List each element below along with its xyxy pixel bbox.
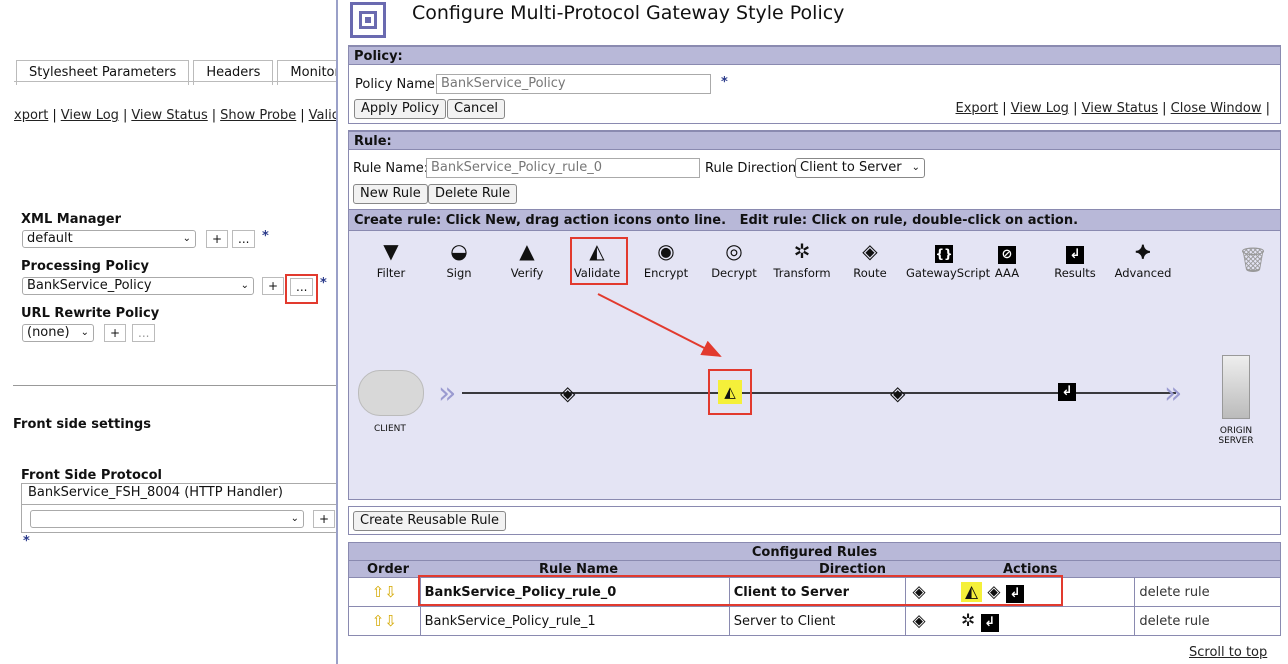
rule-name-cell[interactable]: BankService_Policy_rule_1: [419, 606, 730, 636]
tab-divider: [14, 81, 336, 82]
chevron-down-icon: ⌄: [290, 513, 299, 524]
rule-diagram: » »: [438, 293, 1182, 411]
front-side-protocol-list[interactable]: BankService_FSH_8004 (HTTP Handler): [21, 483, 337, 505]
results-action-icon[interactable]: ↲: [1058, 383, 1076, 401]
client-label: CLIENT: [374, 424, 406, 434]
front-side-protocol-entry[interactable]: BankService_FSH_8004 (HTTP Handler): [28, 485, 283, 500]
xml-manager-label: XML Manager: [21, 212, 122, 227]
order-arrows[interactable]: ⇧⇩: [348, 577, 421, 607]
processing-policy-value: BankService_Policy: [27, 278, 152, 293]
policy-dialog: Configure Multi-Protocol Gateway Style P…: [336, 0, 1288, 664]
processing-policy-add-button[interactable]: +: [262, 277, 285, 295]
client-arrow-icon: »: [438, 376, 456, 411]
url-rewrite-label: URL Rewrite Policy: [21, 306, 160, 321]
processing-policy-select[interactable]: BankService_Policy ⌄: [22, 277, 254, 295]
chevron-down-icon: ⌄: [182, 233, 191, 244]
direction-cell: Server to Client: [728, 606, 907, 636]
drag-arrow: [597, 293, 722, 357]
delete-rule-link[interactable]: delete rule: [1134, 606, 1281, 636]
validate-action-icon[interactable]: ◭: [718, 380, 742, 404]
route-action-icon[interactable]: ◈: [890, 383, 905, 403]
front-side-protocol-add-button[interactable]: +: [313, 510, 336, 528]
required-marker: *: [320, 276, 327, 291]
match-action-icon[interactable]: ◈: [912, 611, 925, 631]
processing-policy-label: Processing Policy: [21, 259, 149, 274]
move-up-icon[interactable]: ⇧: [372, 583, 385, 601]
move-up-icon[interactable]: ⇧: [372, 612, 385, 630]
match-action-icon[interactable]: ◈: [560, 383, 575, 403]
col-order: Order: [367, 562, 409, 577]
table-row[interactable]: ⇧⇩ BankService_Policy_rule_1 Server to C…: [348, 606, 1281, 636]
url-rewrite-edit-button[interactable]: ...: [132, 324, 156, 342]
processing-policy-edit-button[interactable]: ...: [290, 278, 314, 296]
delete-rule-link[interactable]: delete rule: [1134, 577, 1281, 607]
server-label: SERVER: [1218, 436, 1254, 446]
front-side-settings-heading: Front side settings: [13, 417, 151, 432]
row-highlight-box: [418, 575, 1063, 606]
url-rewrite-select[interactable]: (none) ⌄: [22, 324, 94, 342]
move-down-icon[interactable]: ⇩: [384, 612, 397, 630]
configured-rules-title: Configured Rules: [348, 542, 1281, 561]
export-link[interactable]: xport: [14, 108, 48, 123]
show-probe-link[interactable]: Show Probe: [220, 108, 296, 123]
server-arrow-icon: »: [1164, 376, 1182, 411]
results-action-icon[interactable]: ↲: [980, 613, 999, 632]
xml-manager-add-button[interactable]: +: [206, 230, 229, 248]
origin-server-label: ORIGIN SERVER: [1216, 426, 1256, 446]
required-marker: *: [23, 534, 30, 549]
xml-manager-value: default: [27, 231, 73, 246]
required-marker: *: [262, 229, 269, 244]
view-status-link[interactable]: View Status: [131, 108, 207, 123]
url-rewrite-add-button[interactable]: +: [104, 324, 127, 342]
url-rewrite-value: (none): [27, 325, 70, 340]
origin-label: ORIGIN: [1219, 426, 1253, 436]
section-divider: [13, 385, 336, 386]
front-side-protocol-select[interactable]: ⌄: [30, 510, 304, 528]
server-icon: [1222, 355, 1250, 419]
chevron-down-icon: ⌄: [80, 327, 89, 338]
front-side-protocol-label: Front Side Protocol: [21, 468, 162, 483]
cloud-icon: [358, 370, 424, 416]
actions-cell: ◈ ✲ ↲: [905, 606, 1136, 636]
create-reusable-rule-button[interactable]: Create Reusable Rule: [353, 511, 507, 531]
move-down-icon[interactable]: ⇩: [384, 583, 397, 601]
order-arrows[interactable]: ⇧⇩: [348, 606, 421, 636]
reusable-panel: Create Reusable Rule: [348, 506, 1281, 535]
transform-action-icon[interactable]: ✲: [961, 611, 975, 631]
xml-manager-select[interactable]: default ⌄: [22, 230, 196, 248]
scroll-to-top-link[interactable]: Scroll to top: [1189, 645, 1267, 660]
xml-manager-edit-button[interactable]: ...: [232, 230, 256, 248]
view-log-link[interactable]: View Log: [61, 108, 119, 123]
chevron-down-icon: ⌄: [240, 280, 249, 291]
background-link-bar: xport | View Log | View Status | Show Probe | Va…: [14, 108, 362, 123]
